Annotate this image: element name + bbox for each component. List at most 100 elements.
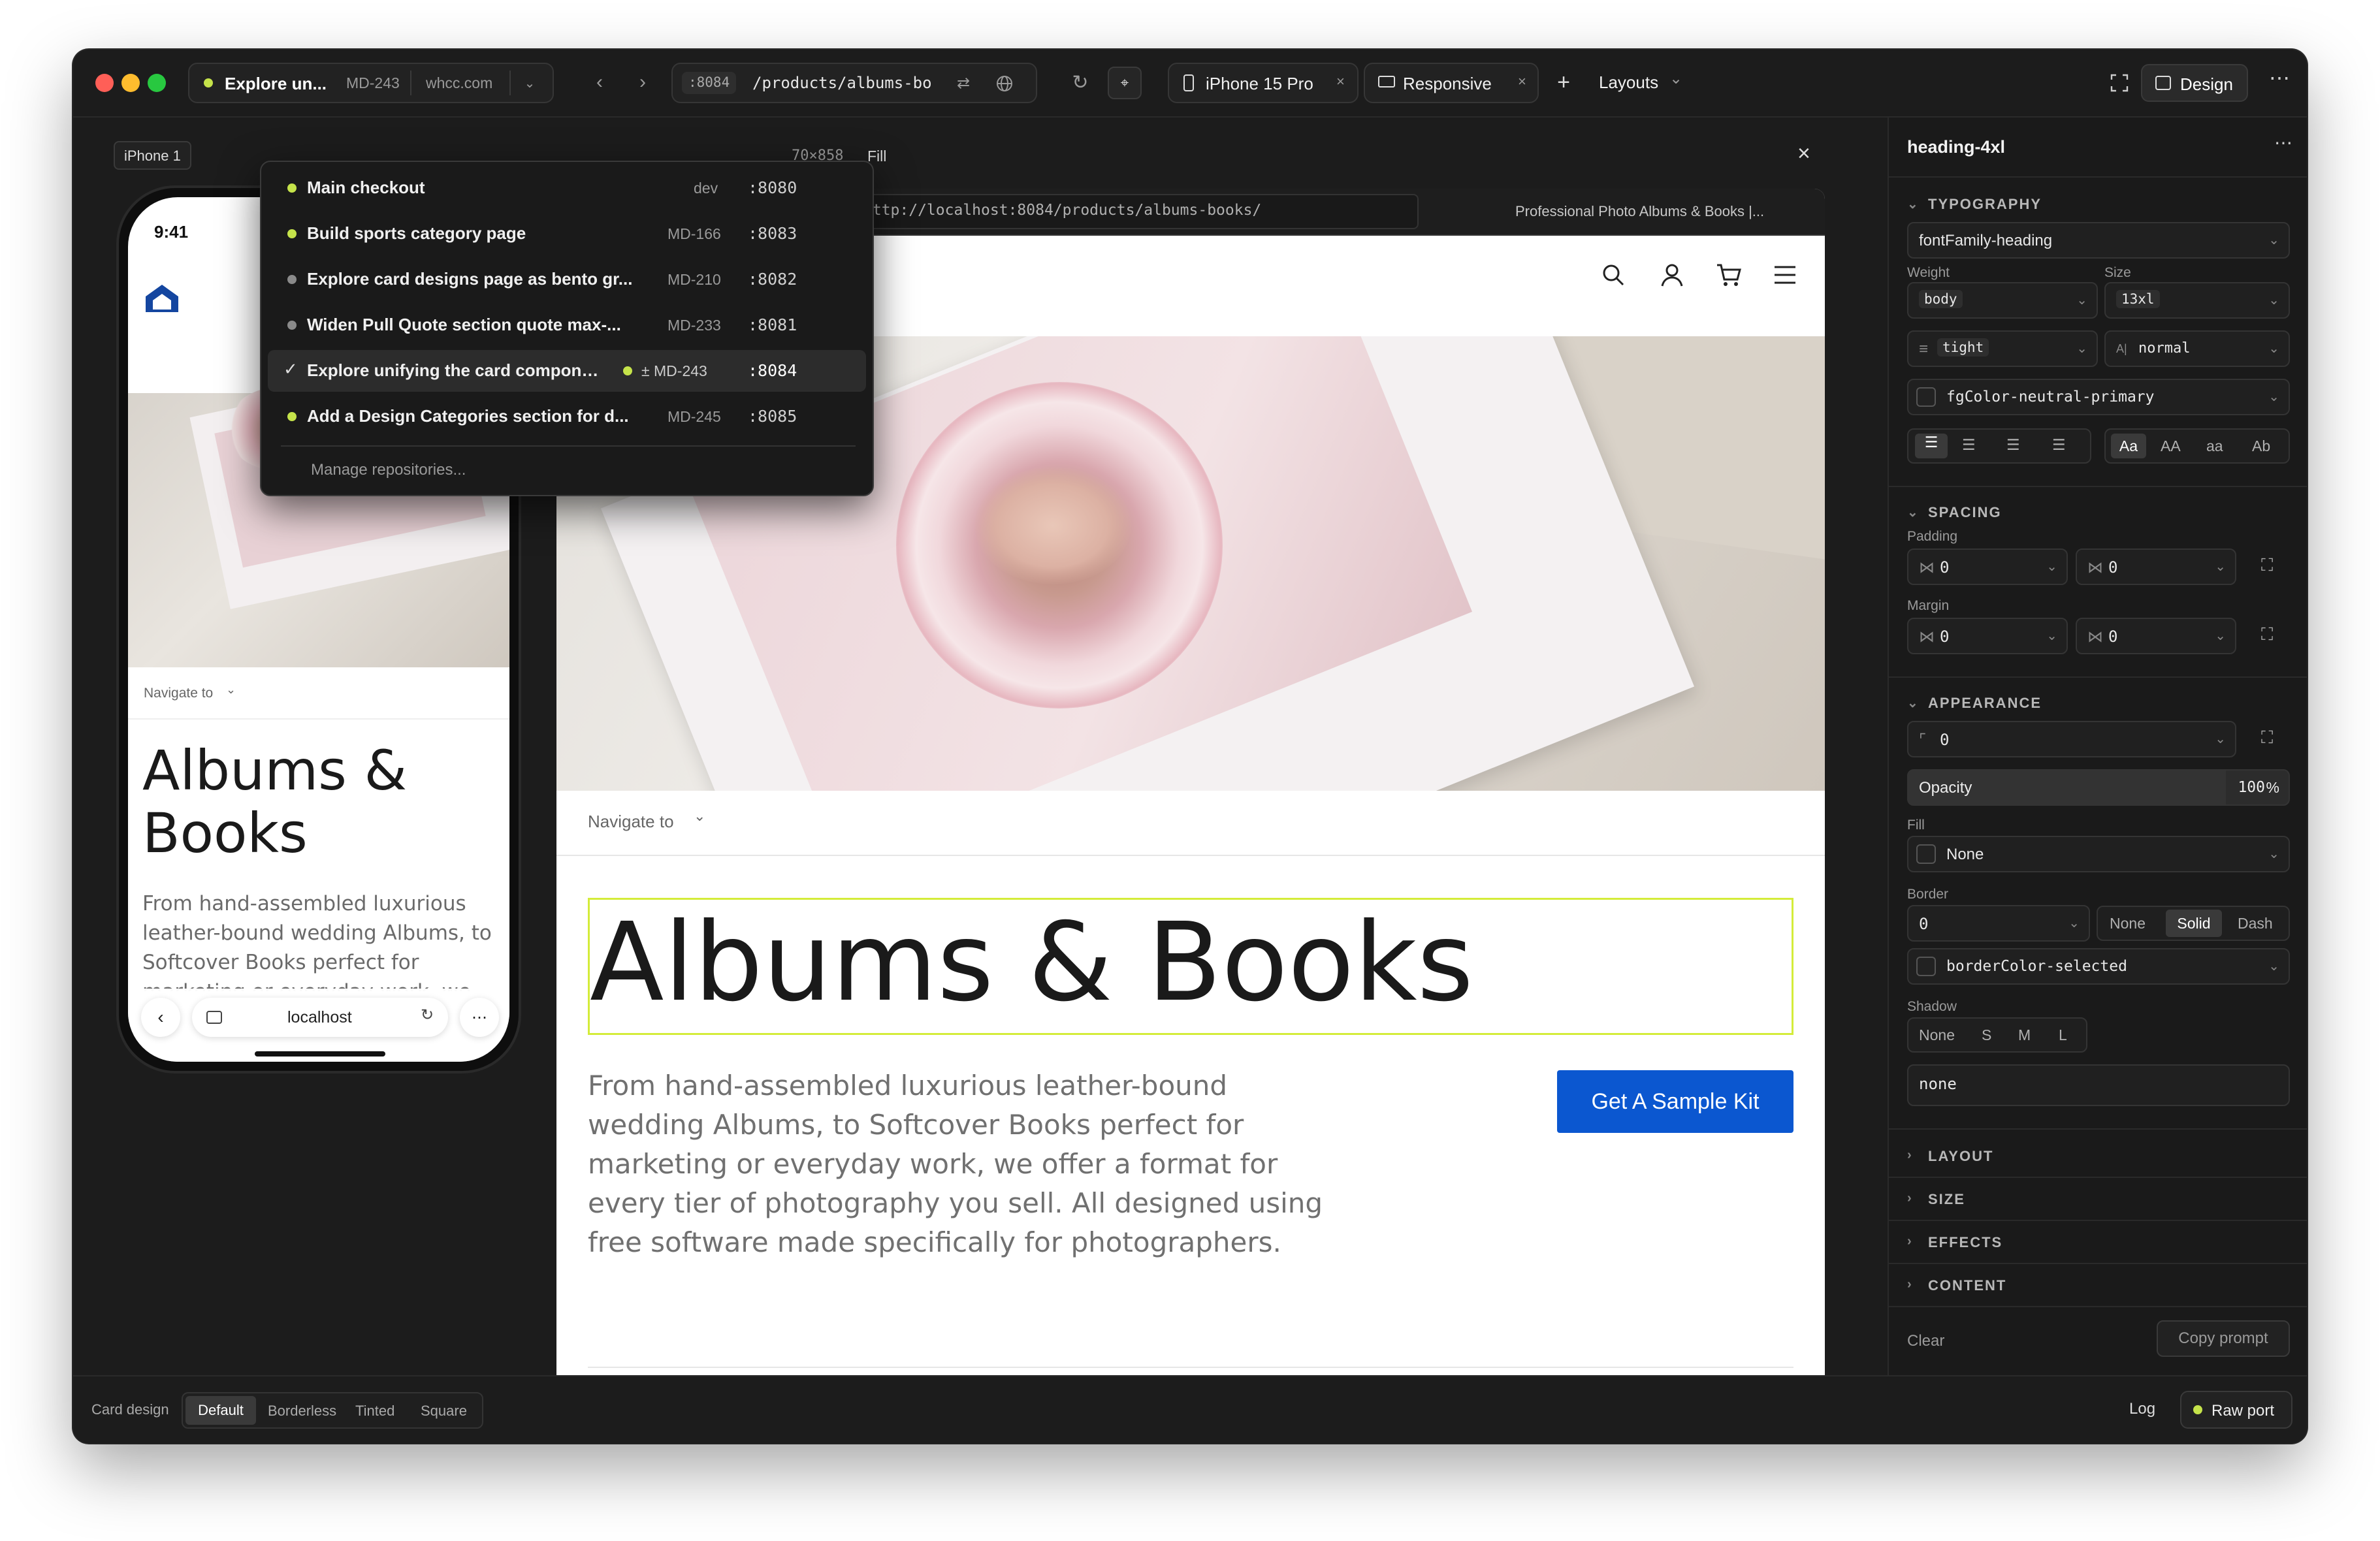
border-color-select[interactable]: borderColor-selected ⌄ [1907, 948, 2290, 985]
minimize-window-button[interactable] [121, 74, 140, 92]
align-center-icon[interactable]: ☰ [1962, 436, 1976, 454]
panel-more-icon[interactable]: ⋯ [2274, 132, 2292, 153]
border-width-field[interactable]: 0 ⌄ [1907, 905, 2090, 942]
shadow-value-field[interactable]: none [1907, 1064, 2290, 1106]
opacity-slider[interactable]: Opacity 100 % [1907, 769, 2290, 806]
case-option[interactable]: AA [2161, 437, 2181, 455]
expand-sides-icon[interactable]: ⛶ [2261, 624, 2273, 645]
margin-x-field[interactable]: ⋈ 0 ⌄ [1907, 618, 2068, 654]
radius-field[interactable]: ⌜ 0 ⌄ [1907, 721, 2236, 757]
responsive-label: Responsive [1403, 74, 1492, 93]
design-panel: heading-4xl ⋯ ⌄ TYPOGRAPHY fontFamily-hea… [1888, 118, 2307, 1375]
fill-select[interactable]: None ⌄ [1907, 836, 2290, 872]
shadow-option[interactable]: M [2018, 1026, 2031, 1044]
navigate-to[interactable]: Navigate to [588, 812, 674, 832]
radius-icon: ⌜ [1919, 731, 1927, 749]
forward-arrow-icon[interactable]: › [630, 69, 656, 95]
padding-y-icon: ⋈ [2087, 559, 2103, 577]
shadow-option[interactable]: S [1982, 1026, 1991, 1044]
menu-icon[interactable] [1773, 263, 1797, 287]
cart-icon[interactable] [1715, 262, 1743, 288]
swap-icon[interactable]: ⇄ [952, 72, 974, 94]
border-style-option[interactable]: Dash [2238, 915, 2273, 932]
close-viewport-icon[interactable]: × [1797, 141, 1810, 167]
phone-back-button[interactable]: ‹ [141, 998, 180, 1037]
case-option[interactable]: Ab [2252, 437, 2270, 455]
letter-spacing-select[interactable]: A| normal ⌄ [2104, 330, 2290, 367]
align-justify-icon[interactable]: ☰ [2052, 436, 2066, 454]
browser-url[interactable]: http://localhost:8084/products/albums-bo… [863, 202, 1261, 219]
dropdown-item[interactable]: Main checkout dev :8080 [268, 167, 866, 209]
refresh-icon[interactable]: ↻ [1066, 68, 1095, 97]
more-icon[interactable]: ⋯ [2269, 65, 2290, 90]
dropdown-item[interactable]: Add a Design Categories section for d...… [268, 396, 866, 437]
globe-icon[interactable] [995, 74, 1014, 93]
close-window-button[interactable] [95, 74, 114, 92]
padding-x-field[interactable]: ⋈ 0 ⌄ [1907, 548, 2068, 585]
account-icon[interactable] [1659, 262, 1685, 288]
text-case-group[interactable]: Aa AA aa Ab [2104, 428, 2290, 464]
fullscreen-icon[interactable] [2110, 73, 2129, 93]
case-option[interactable]: Aa [2111, 434, 2146, 458]
shadow-option[interactable]: None [1919, 1026, 1955, 1044]
variant-default[interactable]: Default [185, 1396, 256, 1425]
dropdown-item-port: :8081 [748, 315, 797, 334]
shadow-option[interactable]: L [2059, 1026, 2067, 1044]
phone-frame-tag[interactable]: iPhone 1 [114, 141, 191, 170]
log-button[interactable]: Log [2129, 1400, 2155, 1418]
close-tab-icon[interactable]: × [1518, 73, 1526, 90]
add-tab-icon[interactable]: + [1549, 68, 1578, 97]
reload-icon[interactable]: ↻ [421, 1006, 434, 1025]
raw-port-button[interactable]: Raw port [2180, 1391, 2292, 1429]
selected-heading-outline[interactable]: Albums & Books [588, 898, 1793, 1035]
phone-navigate[interactable]: Navigate to [144, 686, 213, 701]
expand-corners-icon[interactable]: ⛶ [2261, 727, 2273, 748]
fill-label: Fill [1907, 818, 1925, 833]
zoom-window-button[interactable] [148, 74, 166, 92]
dropdown-item[interactable]: Widen Pull Quote section quote max-... M… [268, 304, 866, 346]
page-heading[interactable]: Albums & Books [590, 901, 1473, 1025]
device-tab[interactable]: iPhone 15 Pro × [1168, 63, 1359, 103]
border-style-group[interactable]: None Solid Dash [2097, 906, 2290, 941]
layouts-menu[interactable]: Layouts [1599, 72, 1658, 93]
text-align-group[interactable]: ☰ ☰ ☰ ☰ [1907, 428, 2091, 464]
branch-selector[interactable]: Explore un... MD-243 whcc.com ⌄ [188, 63, 554, 103]
variant-borderless[interactable]: Borderless [268, 1403, 336, 1420]
dropdown-item-selected[interactable]: ✓ Explore unifying the card compone... ±… [268, 350, 866, 392]
border-style-option[interactable]: None [2110, 915, 2146, 932]
expand-sides-icon[interactable]: ⛶ [2261, 555, 2273, 576]
margin-x-icon: ⋈ [1919, 628, 1935, 646]
variant-tinted[interactable]: Tinted [355, 1403, 394, 1420]
responsive-tab[interactable]: Responsive × [1364, 63, 1539, 103]
get-sample-kit-button[interactable]: Get A Sample Kit [1557, 1070, 1793, 1133]
close-tab-icon[interactable]: × [1336, 73, 1345, 90]
dropdown-item[interactable]: Build sports category page MD-166 :8083 [268, 213, 866, 255]
case-option[interactable]: aa [2206, 437, 2223, 455]
align-left-icon[interactable]: ☰ [1915, 434, 1948, 458]
status-dot-icon [287, 183, 297, 193]
size-select[interactable]: 13xl ⌄ [2104, 282, 2290, 319]
align-right-icon[interactable]: ☰ [2006, 436, 2020, 454]
back-arrow-icon[interactable]: ‹ [587, 69, 613, 95]
variant-square[interactable]: Square [421, 1403, 467, 1420]
phone-more-button[interactable]: ⋯ [460, 998, 499, 1037]
search-icon[interactable] [1600, 262, 1626, 288]
card-variant-group[interactable]: Default Borderless Tinted Square [182, 1392, 483, 1429]
clear-button[interactable]: Clear [1907, 1332, 1944, 1350]
phone-address-bar[interactable]: localhost ↻ [192, 998, 448, 1037]
text-color-select[interactable]: fgColor-neutral-primary ⌄ [1907, 379, 2290, 415]
dropdown-item[interactable]: Explore card designs page as bento gr...… [268, 259, 866, 300]
url-bar[interactable]: :8084 /products/albums-bo ⇄ [671, 63, 1037, 103]
dropdown-item-label: Widen Pull Quote section quote max-... [307, 315, 621, 334]
design-mode-button[interactable]: Design [2141, 64, 2248, 102]
weight-select[interactable]: body ⌄ [1907, 282, 2098, 319]
copy-prompt-button[interactable]: Copy prompt [2157, 1320, 2290, 1357]
font-family-select[interactable]: fontFamily-heading ⌄ [1907, 222, 2290, 259]
border-style-option[interactable]: Solid [2166, 910, 2222, 937]
inspect-toggle[interactable]: ⌖ [1108, 67, 1142, 99]
shadow-group[interactable]: None S M L [1907, 1017, 2087, 1053]
line-height-select[interactable]: ≡ tight ⌄ [1907, 330, 2098, 367]
padding-y-field[interactable]: ⋈ 0 ⌄ [2076, 548, 2236, 585]
margin-y-field[interactable]: ⋈ 0 ⌄ [2076, 618, 2236, 654]
manage-repositories-link[interactable]: Manage repositories... [311, 461, 466, 479]
